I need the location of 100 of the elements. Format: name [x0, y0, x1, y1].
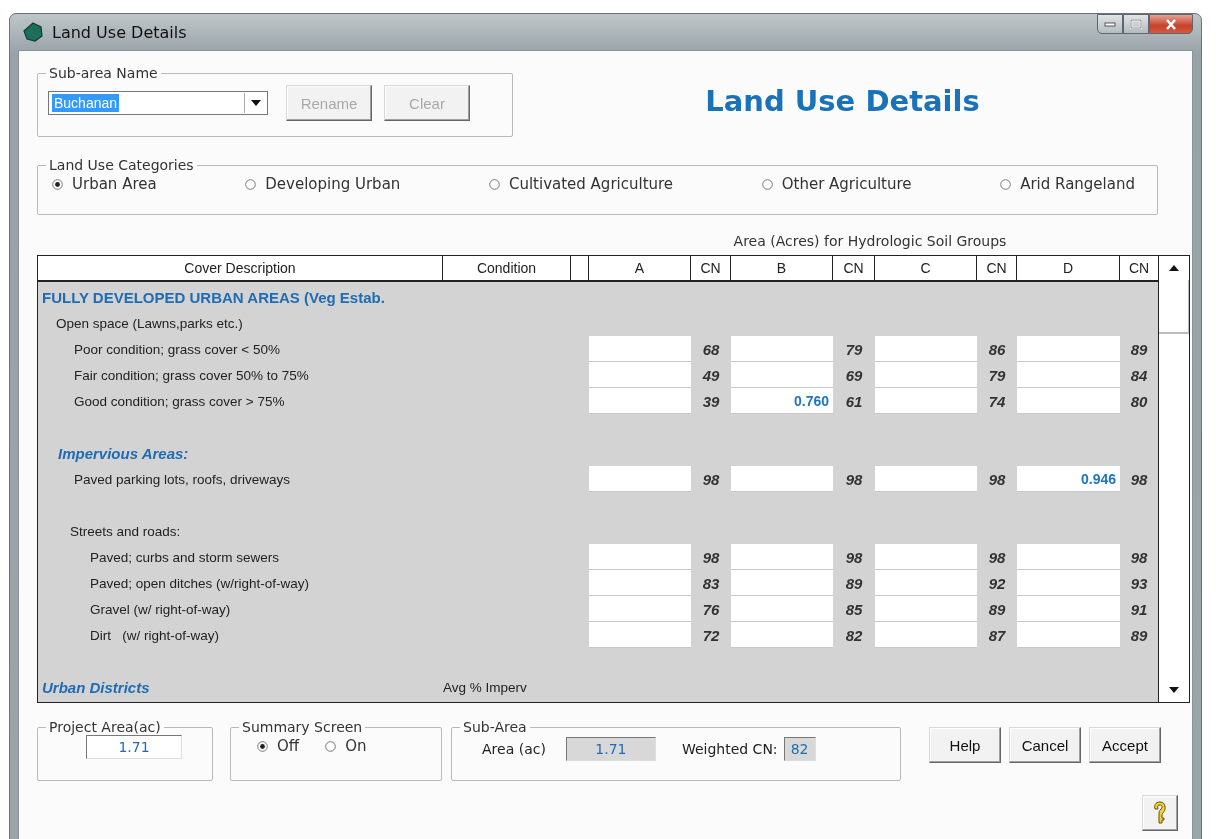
maximize-icon: [1130, 19, 1142, 29]
area-input[interactable]: [1017, 544, 1120, 570]
radio-option[interactable]: Off: [257, 737, 300, 755]
area-input[interactable]: [875, 622, 977, 648]
help-key-button[interactable]: [1142, 795, 1178, 831]
area-input[interactable]: [731, 596, 833, 622]
radio-option[interactable]: Urban Area: [52, 175, 157, 193]
scrollbar[interactable]: [1158, 256, 1189, 702]
close-button[interactable]: [1149, 14, 1193, 34]
curve-number: 69: [844, 366, 864, 384]
area-input[interactable]: [589, 466, 691, 492]
area-input[interactable]: [731, 466, 833, 492]
curve-number: 98: [844, 470, 864, 488]
group-label: Sub-area Name: [49, 65, 158, 81]
radio-option[interactable]: Other Agriculture: [761, 175, 912, 193]
area-input[interactable]: [731, 570, 833, 596]
area-input[interactable]: [1017, 388, 1120, 414]
group-label: Summary Screen: [242, 719, 363, 735]
scroll-thumb[interactable]: [1159, 280, 1189, 334]
curve-number: 76: [701, 600, 721, 618]
curve-number: 49: [701, 366, 721, 384]
row-label: Paved; curbs and storm sewers: [89, 549, 280, 565]
area-input[interactable]: [589, 622, 691, 648]
radio-option[interactable]: Arid Rangeland: [1000, 175, 1135, 193]
row-label: Poor condition; grass cover < 50%: [73, 341, 280, 357]
area-input[interactable]: [731, 622, 833, 648]
dialog-button[interactable]: Help: [929, 727, 1001, 763]
area-input[interactable]: [1017, 362, 1120, 388]
group-label: Project Area(ac): [49, 719, 161, 735]
curve-number: 89: [1129, 626, 1149, 644]
curve-number: 89: [987, 600, 1007, 618]
curve-number: 74: [987, 392, 1007, 410]
curve-number: 86: [987, 340, 1007, 358]
area-input[interactable]: [875, 466, 977, 492]
minimize-button[interactable]: [1097, 14, 1123, 34]
area-input[interactable]: [1017, 570, 1120, 596]
area-input[interactable]: [731, 544, 833, 570]
project-area-field[interactable]: 1.71: [86, 735, 182, 759]
radio-option[interactable]: On: [325, 737, 367, 755]
curve-number: 93: [1129, 574, 1149, 592]
window-title: Land Use Details: [52, 22, 187, 42]
area-input[interactable]: [731, 362, 833, 388]
curve-number: 72: [701, 626, 721, 644]
group-label: Sub-Area: [463, 719, 527, 735]
column-header: A: [589, 256, 691, 280]
curve-number: 79: [844, 340, 864, 358]
area-input[interactable]: [731, 336, 833, 362]
curve-number: 98: [701, 470, 721, 488]
curve-number: 89: [1129, 340, 1149, 358]
condition-label: Avg % Imperv: [443, 679, 527, 695]
radio-option[interactable]: Cultivated Agriculture: [488, 175, 674, 193]
column-header: C: [875, 256, 977, 280]
row-label: Gravel (w/ right-of-way): [89, 601, 231, 617]
curve-number: 91: [1129, 600, 1149, 618]
page-heading: Land Use Details: [704, 84, 981, 118]
area-input[interactable]: [1017, 622, 1120, 648]
column-header: CN: [1127, 259, 1151, 278]
radio-option[interactable]: Developing Urban: [245, 175, 401, 193]
curve-number: 61: [844, 392, 864, 410]
curve-number: 98: [701, 548, 721, 566]
field-label: Weighted CN:: [681, 741, 778, 757]
row-label: Fair condition; grass cover 50% to 75%: [73, 367, 309, 383]
area-input[interactable]: [875, 544, 977, 570]
down-arrow-icon: [1169, 687, 1179, 693]
column-header: Condition: [443, 256, 571, 280]
row-label: Paved; open ditches (w/right-of-way): [89, 575, 310, 591]
column-header: B: [731, 256, 833, 280]
area-input[interactable]: [589, 362, 691, 388]
area-input[interactable]: [589, 596, 691, 622]
area-input[interactable]: [589, 388, 691, 414]
area-input[interactable]: [875, 336, 977, 362]
column-header: CN: [977, 256, 1017, 280]
group-label: Open space (Lawns,parks etc.): [55, 315, 243, 331]
curve-number: 98: [1129, 548, 1149, 566]
field-label: Area (ac): [482, 741, 546, 757]
curve-number: 98: [1129, 470, 1149, 488]
curve-number: 98: [844, 548, 864, 566]
dialog-button[interactable]: Cancel: [1009, 727, 1081, 763]
area-input[interactable]: [875, 596, 977, 622]
maximize-button[interactable]: [1123, 14, 1149, 34]
column-header: CN: [833, 256, 875, 280]
area-input[interactable]: [1017, 596, 1120, 622]
area-input[interactable]: [875, 388, 977, 414]
dialog-button[interactable]: Accept: [1089, 727, 1161, 763]
area-input[interactable]: 0.760: [731, 388, 833, 414]
column-header: D: [1017, 256, 1120, 280]
curve-number: 80: [1129, 392, 1149, 410]
area-input[interactable]: [589, 570, 691, 596]
area-input[interactable]: [1017, 336, 1120, 362]
area-input[interactable]: [589, 544, 691, 570]
curve-number: 85: [844, 600, 864, 618]
caret-icon: [251, 100, 261, 106]
area-input[interactable]: [875, 362, 977, 388]
curve-number: 82: [844, 626, 864, 644]
area-input[interactable]: [875, 570, 977, 596]
category-heading: Urban Districts: [41, 678, 151, 696]
curve-number: 98: [987, 470, 1007, 488]
area-input[interactable]: [589, 336, 691, 362]
area-input[interactable]: 0.946: [1017, 466, 1120, 492]
curve-number: 87: [987, 626, 1007, 644]
